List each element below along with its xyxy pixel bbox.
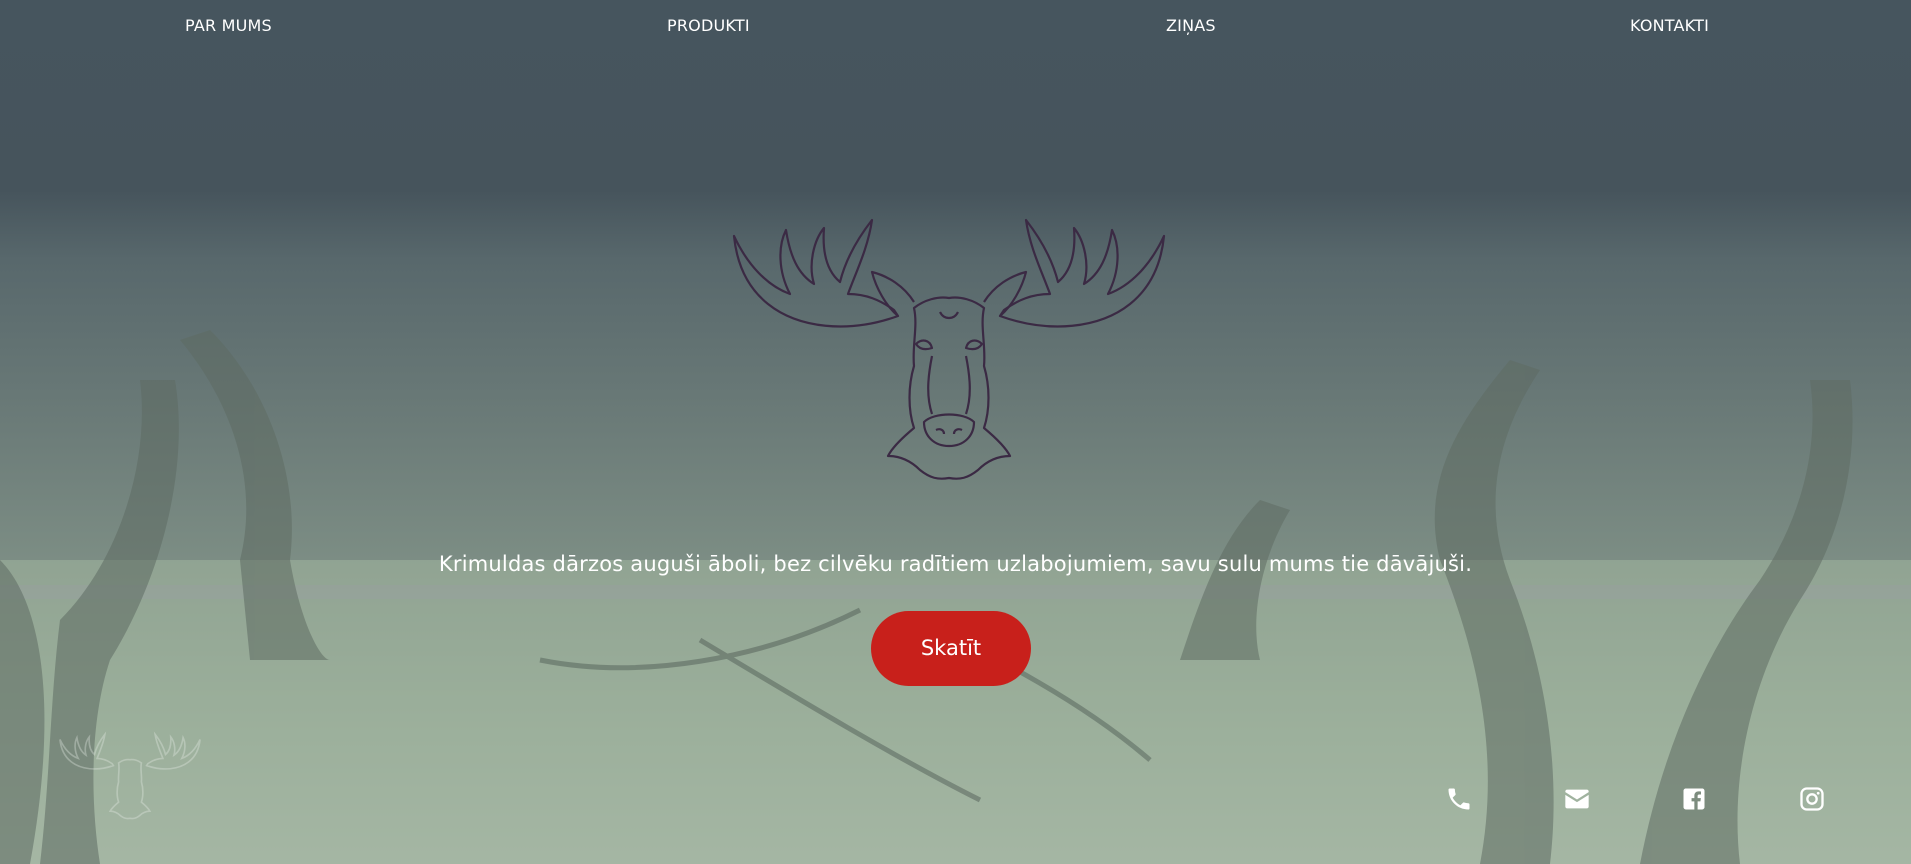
phone-icon[interactable] <box>1444 784 1474 814</box>
facebook-icon[interactable] <box>1679 784 1709 814</box>
view-button[interactable]: Skatīt <box>871 611 1031 686</box>
nav-link-kontakti[interactable]: KONTAKTI <box>1630 16 1709 35</box>
moose-head-logo-icon <box>59 731 201 820</box>
instagram-icon[interactable] <box>1797 784 1827 814</box>
mail-icon[interactable] <box>1562 784 1592 814</box>
nav-link-zinas[interactable]: ZIŅAS <box>1166 16 1216 35</box>
nav-link-par-mums[interactable]: PAR MUMS <box>185 16 272 35</box>
main-navigation: PAR MUMS PRODUKTI ZIŅAS KONTAKTI <box>0 0 1911 52</box>
hero-tagline: Krimuldas dārzos auguši āboli, bez cilvē… <box>438 552 1473 576</box>
hero-section: PAR MUMS PRODUKTI ZIŅAS KONTAKTI Krimuld… <box>0 0 1911 864</box>
moose-head-logo-icon <box>732 218 1166 480</box>
nav-link-produkti[interactable]: PRODUKTI <box>667 16 750 35</box>
